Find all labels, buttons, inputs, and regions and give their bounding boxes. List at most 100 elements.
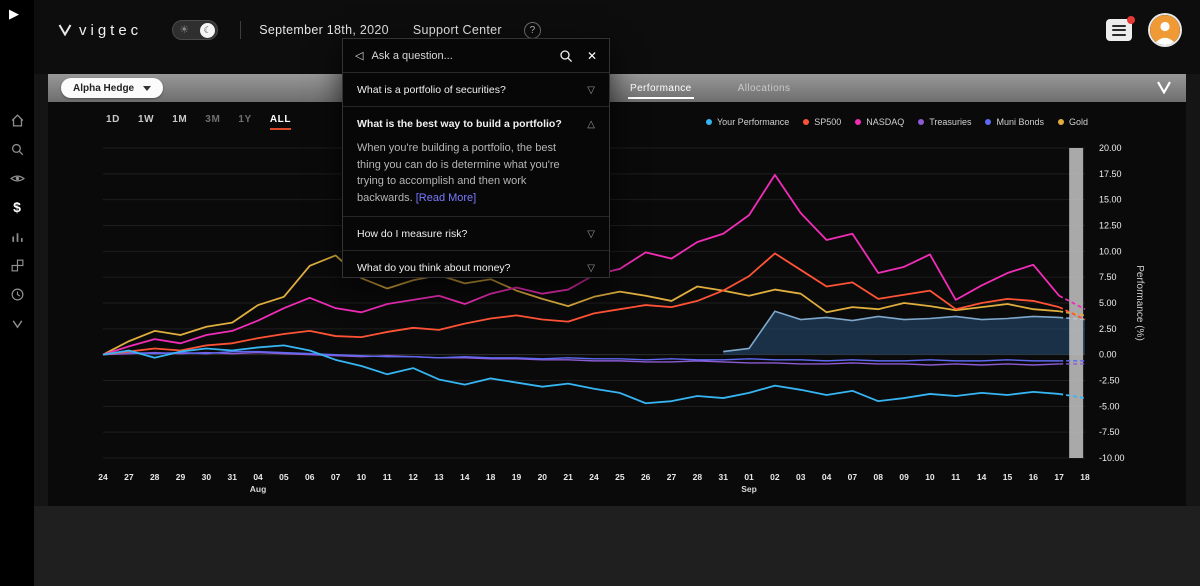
vigtec-logo[interactable]: vigtec	[58, 22, 142, 39]
ask-question-modal: ◁ ✕ What is a portfolio of securities? ▽…	[342, 38, 610, 278]
svg-text:19: 19	[512, 472, 522, 482]
svg-text:Sep: Sep	[741, 484, 757, 494]
faq-question: What is the best way to build a portfoli…	[357, 118, 562, 130]
range-1y[interactable]: 1Y	[238, 114, 251, 130]
svg-text:31: 31	[718, 472, 728, 482]
dollar-icon[interactable]: $	[9, 199, 25, 215]
legend-label: Muni Bonds	[996, 117, 1044, 127]
vigtec-v-icon	[58, 24, 72, 36]
svg-text:13: 13	[434, 472, 444, 482]
legend-item[interactable]: Gold	[1057, 117, 1088, 127]
back-icon[interactable]: ◁	[355, 49, 363, 62]
read-more-link[interactable]: [Read More]	[416, 192, 477, 204]
svg-text:21: 21	[563, 472, 573, 482]
chevron-down-icon: ▽	[587, 84, 595, 96]
eye-icon[interactable]	[9, 170, 25, 186]
faq-item[interactable]: How do I measure risk? ▽	[343, 216, 609, 250]
legend-item[interactable]: Treasuries	[918, 117, 971, 127]
svg-text:29: 29	[176, 472, 186, 482]
vigtec-mark-icon[interactable]	[9, 315, 25, 331]
svg-text:28: 28	[150, 472, 160, 482]
legend-dot	[1057, 119, 1064, 125]
legend-dot	[803, 119, 810, 125]
svg-text:17: 17	[1054, 472, 1064, 482]
legend-dot	[706, 119, 712, 125]
svg-text:5.00: 5.00	[1099, 298, 1117, 308]
range-all[interactable]: ALL	[269, 114, 292, 130]
tab-performance[interactable]: Performance	[628, 76, 694, 101]
tab-allocations[interactable]: Allocations	[736, 76, 793, 101]
y-axis-title: Performance (%)	[1134, 265, 1145, 341]
performance-chart[interactable]: 20.00 17.50 15.00 12.50 10.00 7.50 5.00 2.50 0.0…	[48, 136, 1186, 498]
history-clock-icon[interactable]	[9, 286, 25, 302]
chevron-up-icon: △	[587, 118, 595, 130]
legend-item[interactable]: NASDAQ	[855, 117, 904, 127]
faq-item[interactable]: What do you think about money? ▽	[343, 250, 609, 277]
search-icon[interactable]	[9, 141, 25, 157]
svg-text:0.00: 0.00	[1099, 350, 1117, 360]
svg-text:18: 18	[486, 472, 496, 482]
y-axis-labels: 20.00 17.50 15.00 12.50 10.00 7.50 5.00 2.50 0.0…	[1099, 143, 1125, 463]
theme-toggle[interactable]: ☀ ☾	[172, 20, 219, 40]
strategy-selector[interactable]: Alpha Hedge	[61, 78, 164, 98]
legend-dot	[985, 119, 992, 125]
vigtec-v-icon	[1157, 81, 1171, 94]
bar-chart-icon[interactable]	[9, 228, 25, 244]
close-icon[interactable]: ✕	[587, 49, 597, 63]
legend-label: NASDAQ	[866, 117, 905, 127]
svg-text:20: 20	[538, 472, 548, 482]
svg-text:20.00: 20.00	[1099, 143, 1122, 153]
faq-item[interactable]: What is a portfolio of securities? ▽	[343, 73, 609, 106]
svg-text:01: 01	[744, 472, 754, 482]
svg-text:14: 14	[460, 472, 470, 482]
chevron-down-icon: ▽	[587, 262, 595, 274]
support-center-link[interactable]: Support Center	[413, 23, 502, 37]
svg-text:12: 12	[408, 472, 418, 482]
faq-item-expanded[interactable]: What is the best way to build a portfoli…	[343, 106, 609, 216]
svg-text:04: 04	[253, 472, 263, 482]
range-1m[interactable]: 1M	[172, 114, 187, 130]
svg-text:15: 15	[1003, 472, 1013, 482]
svg-text:02: 02	[770, 472, 780, 482]
svg-text:16: 16	[1029, 472, 1039, 482]
date-display: September 18th, 2020	[259, 23, 389, 37]
svg-text:15.00: 15.00	[1099, 195, 1122, 205]
user-avatar[interactable]	[1150, 15, 1180, 45]
legend-label: Gold	[1068, 117, 1088, 127]
play-icon[interactable]: ▶	[9, 6, 19, 22]
svg-text:09: 09	[899, 472, 909, 482]
question-input[interactable]	[371, 49, 551, 62]
svg-text:24: 24	[98, 472, 108, 482]
svg-text:10: 10	[925, 472, 935, 482]
svg-text:14: 14	[977, 472, 987, 482]
page-background	[34, 506, 1200, 586]
svg-text:17.50: 17.50	[1099, 169, 1122, 179]
svg-text:27: 27	[667, 472, 677, 482]
svg-text:30: 30	[202, 472, 212, 482]
search-icon[interactable]	[559, 49, 573, 63]
svg-text:-5.00: -5.00	[1099, 401, 1120, 411]
svg-text:12.50: 12.50	[1099, 221, 1122, 231]
menu-button[interactable]	[1106, 16, 1135, 41]
legend-dot	[918, 119, 925, 125]
notification-dot	[1127, 16, 1135, 24]
legend-label: Your Performance	[717, 117, 790, 127]
range-1w[interactable]: 1W	[138, 114, 154, 130]
caret-down-icon	[143, 85, 152, 91]
legend-item[interactable]: SP500	[803, 117, 841, 127]
blocks-icon[interactable]	[9, 257, 25, 273]
modal-header: ◁ ✕	[343, 39, 609, 73]
svg-text:11: 11	[951, 472, 960, 482]
svg-text:2.50: 2.50	[1099, 324, 1117, 334]
legend-item[interactable]: Your Performance	[706, 117, 789, 127]
chart-legend: Your Performance SP500 NASDAQ Treasuries Mun…	[706, 117, 1088, 127]
range-1d[interactable]: 1D	[106, 114, 120, 130]
range-3m[interactable]: 3M	[205, 114, 220, 130]
moon-icon: ☾	[203, 24, 212, 35]
svg-text:7.50: 7.50	[1099, 272, 1117, 282]
help-icon[interactable]: ?	[523, 21, 541, 39]
home-icon[interactable]	[9, 112, 25, 128]
legend-item[interactable]: Muni Bonds	[985, 117, 1044, 127]
time-range-selector: 1D 1W 1M 3M 1Y ALL	[106, 114, 292, 130]
svg-text:-10.00: -10.00	[1099, 453, 1125, 463]
